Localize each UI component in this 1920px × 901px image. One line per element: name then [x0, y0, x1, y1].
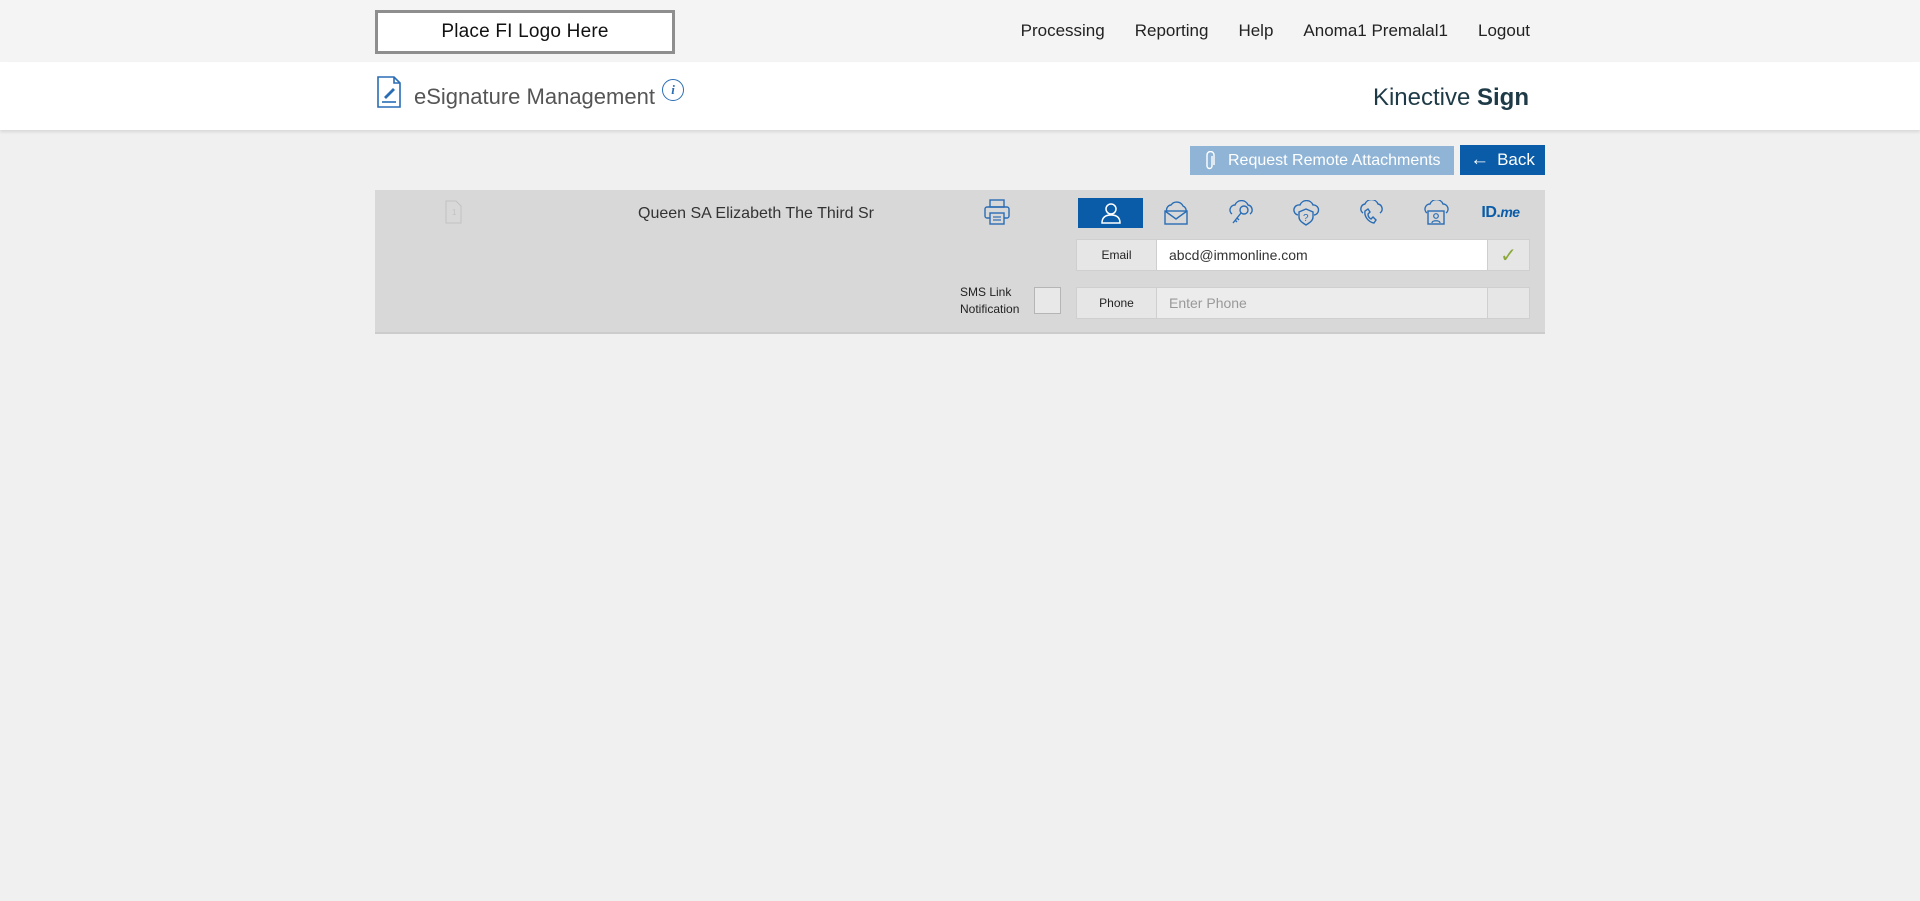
email-cloud-icon: [1163, 201, 1188, 225]
nav-processing[interactable]: Processing: [1021, 21, 1105, 41]
request-remote-attachments-button[interactable]: Request Remote Attachments: [1190, 146, 1454, 175]
sms-label-line2: Notification: [960, 302, 1020, 316]
phone-label: Phone: [1077, 288, 1157, 318]
phone-status: [1487, 288, 1529, 318]
title-bar: eSignature Management i Kinective Sign: [0, 62, 1920, 130]
sms-label-line1: SMS Link: [960, 285, 1012, 299]
phone-field[interactable]: [1157, 288, 1487, 318]
idme-suffix: me: [1500, 204, 1520, 220]
auth-tab-question[interactable]: ?: [1273, 198, 1338, 228]
auth-tab-email[interactable]: [1143, 198, 1208, 228]
idme-logo: ID.me: [1481, 204, 1520, 222]
person-icon: [1100, 203, 1121, 224]
page-title: eSignature Management: [414, 84, 655, 109]
signer-name: Queen SA Elizabeth The Third Sr: [638, 205, 874, 222]
arrow-left-icon: ←: [1470, 149, 1490, 170]
fi-logo-placeholder: Place FI Logo Here: [375, 10, 675, 54]
phone-cloud-icon: [1359, 200, 1383, 224]
auth-tab-key[interactable]: [1208, 198, 1273, 228]
email-field[interactable]: [1157, 240, 1487, 270]
back-button[interactable]: ← Back: [1460, 145, 1545, 175]
sms-notification-checkbox[interactable]: [1034, 287, 1061, 314]
idme-main: ID.: [1481, 204, 1501, 221]
top-nav: Processing Reporting Help Anoma1 Premala…: [991, 0, 1530, 62]
nav-logout[interactable]: Logout: [1478, 21, 1530, 41]
brand-logo: Kinective Sign: [1373, 84, 1529, 112]
email-label: Email: [1077, 240, 1157, 270]
nav-reporting[interactable]: Reporting: [1135, 21, 1209, 41]
id-card-cloud-icon: [1423, 200, 1449, 225]
top-bar: Place FI Logo Here Processing Reporting …: [0, 0, 1920, 62]
auth-tab-id-card[interactable]: [1403, 198, 1468, 228]
email-row: Email ✓: [1076, 239, 1530, 271]
info-icon[interactable]: i: [662, 79, 684, 101]
authentication-method-tabs: ? ID.me: [1078, 198, 1533, 228]
phone-row: Phone: [1076, 287, 1530, 319]
document-sign-icon: [377, 76, 401, 108]
auth-tab-person[interactable]: [1078, 198, 1143, 228]
nav-help[interactable]: Help: [1238, 21, 1273, 41]
brand-light-text: Kinective: [1372, 84, 1471, 111]
paperclip-icon: [1206, 150, 1215, 169]
nav-user-menu[interactable]: Anoma1 Premalal1: [1303, 21, 1448, 41]
auth-tab-idme[interactable]: ID.me: [1468, 198, 1533, 228]
svg-text:?: ?: [1303, 213, 1309, 224]
page-number-icon: 1: [445, 200, 462, 224]
signer-panel: 1 Queen SA Elizabeth The Third Sr ? ID.m…: [375, 190, 1545, 334]
email-verified-check-icon: ✓: [1487, 240, 1529, 270]
back-label: Back: [1497, 150, 1535, 169]
key-cloud-icon: [1228, 200, 1253, 224]
request-remote-attachments-label: Request Remote Attachments: [1228, 151, 1441, 169]
question-cloud-icon: ?: [1292, 200, 1319, 226]
auth-tab-phone[interactable]: [1338, 198, 1403, 228]
brand-bold-text: Sign: [1477, 84, 1529, 111]
page-number-text: 1: [452, 208, 457, 217]
print-icon[interactable]: [983, 198, 1011, 226]
sms-link-notification-label: SMS Link Notification: [960, 284, 1019, 318]
